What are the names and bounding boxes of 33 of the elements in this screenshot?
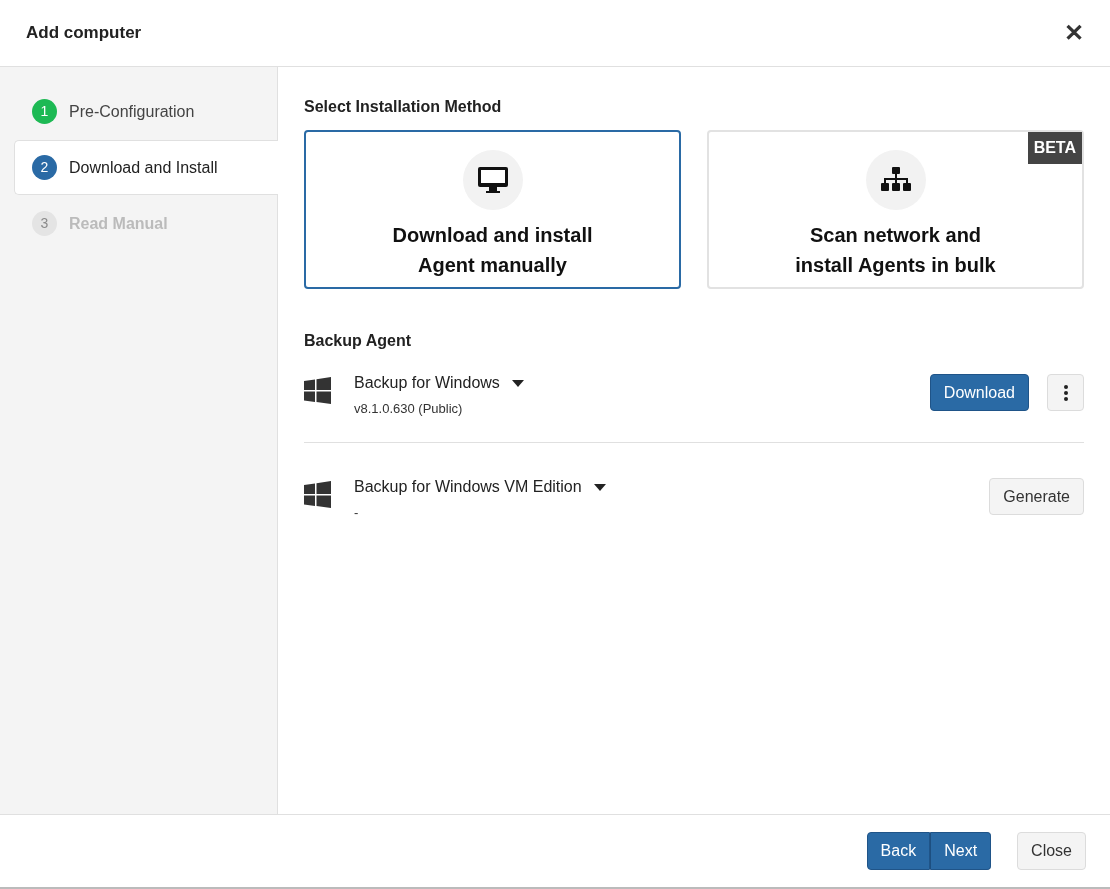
footer-button[interactable]: Back bbox=[866, 832, 931, 870]
monitor-icon bbox=[476, 166, 509, 194]
agent-version: - bbox=[354, 504, 359, 522]
windows-logo-icon bbox=[304, 377, 331, 404]
caret-icon[interactable] bbox=[511, 379, 524, 387]
step-tab[interactable]: 1 Pre-Configuration bbox=[14, 84, 277, 139]
agent-name: Backup for Windows VM Edition bbox=[354, 477, 582, 497]
vertical-dots-icon bbox=[1063, 384, 1068, 401]
method-option[interactable]: Download and install Agent manually bbox=[304, 130, 681, 289]
method-label: Download and install Agent manually bbox=[391, 223, 594, 278]
beta-badge: BETA bbox=[1027, 132, 1082, 164]
step-number: 2 bbox=[32, 155, 57, 180]
step-label: Pre-Configuration bbox=[69, 101, 195, 122]
agent-version: v8.1.0.630 (Public) bbox=[354, 400, 463, 418]
more-options-button[interactable] bbox=[1047, 374, 1084, 411]
footer-button[interactable]: Next bbox=[930, 832, 992, 870]
section-heading: Backup Agent bbox=[304, 331, 412, 351]
agent-name: Backup for Windows bbox=[354, 373, 500, 393]
windows-logo-icon bbox=[304, 481, 331, 508]
step-label: Download and Install bbox=[69, 157, 218, 178]
dialog-title: Add computer bbox=[26, 22, 142, 45]
step-tab[interactable]: 2 Download and Install bbox=[14, 140, 278, 195]
step-number: 1 bbox=[32, 99, 57, 124]
footer-button[interactable]: Close bbox=[1017, 832, 1086, 870]
caret-icon[interactable] bbox=[593, 483, 606, 491]
method-label: Scan network and install Agents in bulk bbox=[794, 223, 997, 278]
generate-button[interactable]: Generate bbox=[989, 478, 1084, 515]
section-heading: Select Installation Method bbox=[304, 97, 503, 117]
download-button[interactable]: Download bbox=[929, 374, 1029, 411]
sitemap-icon bbox=[879, 166, 912, 194]
step-label: Read Manual bbox=[69, 213, 168, 234]
step-number: 3 bbox=[32, 211, 57, 236]
method-option[interactable]: Scan network and install Agents in bulk BETA bbox=[707, 130, 1084, 289]
